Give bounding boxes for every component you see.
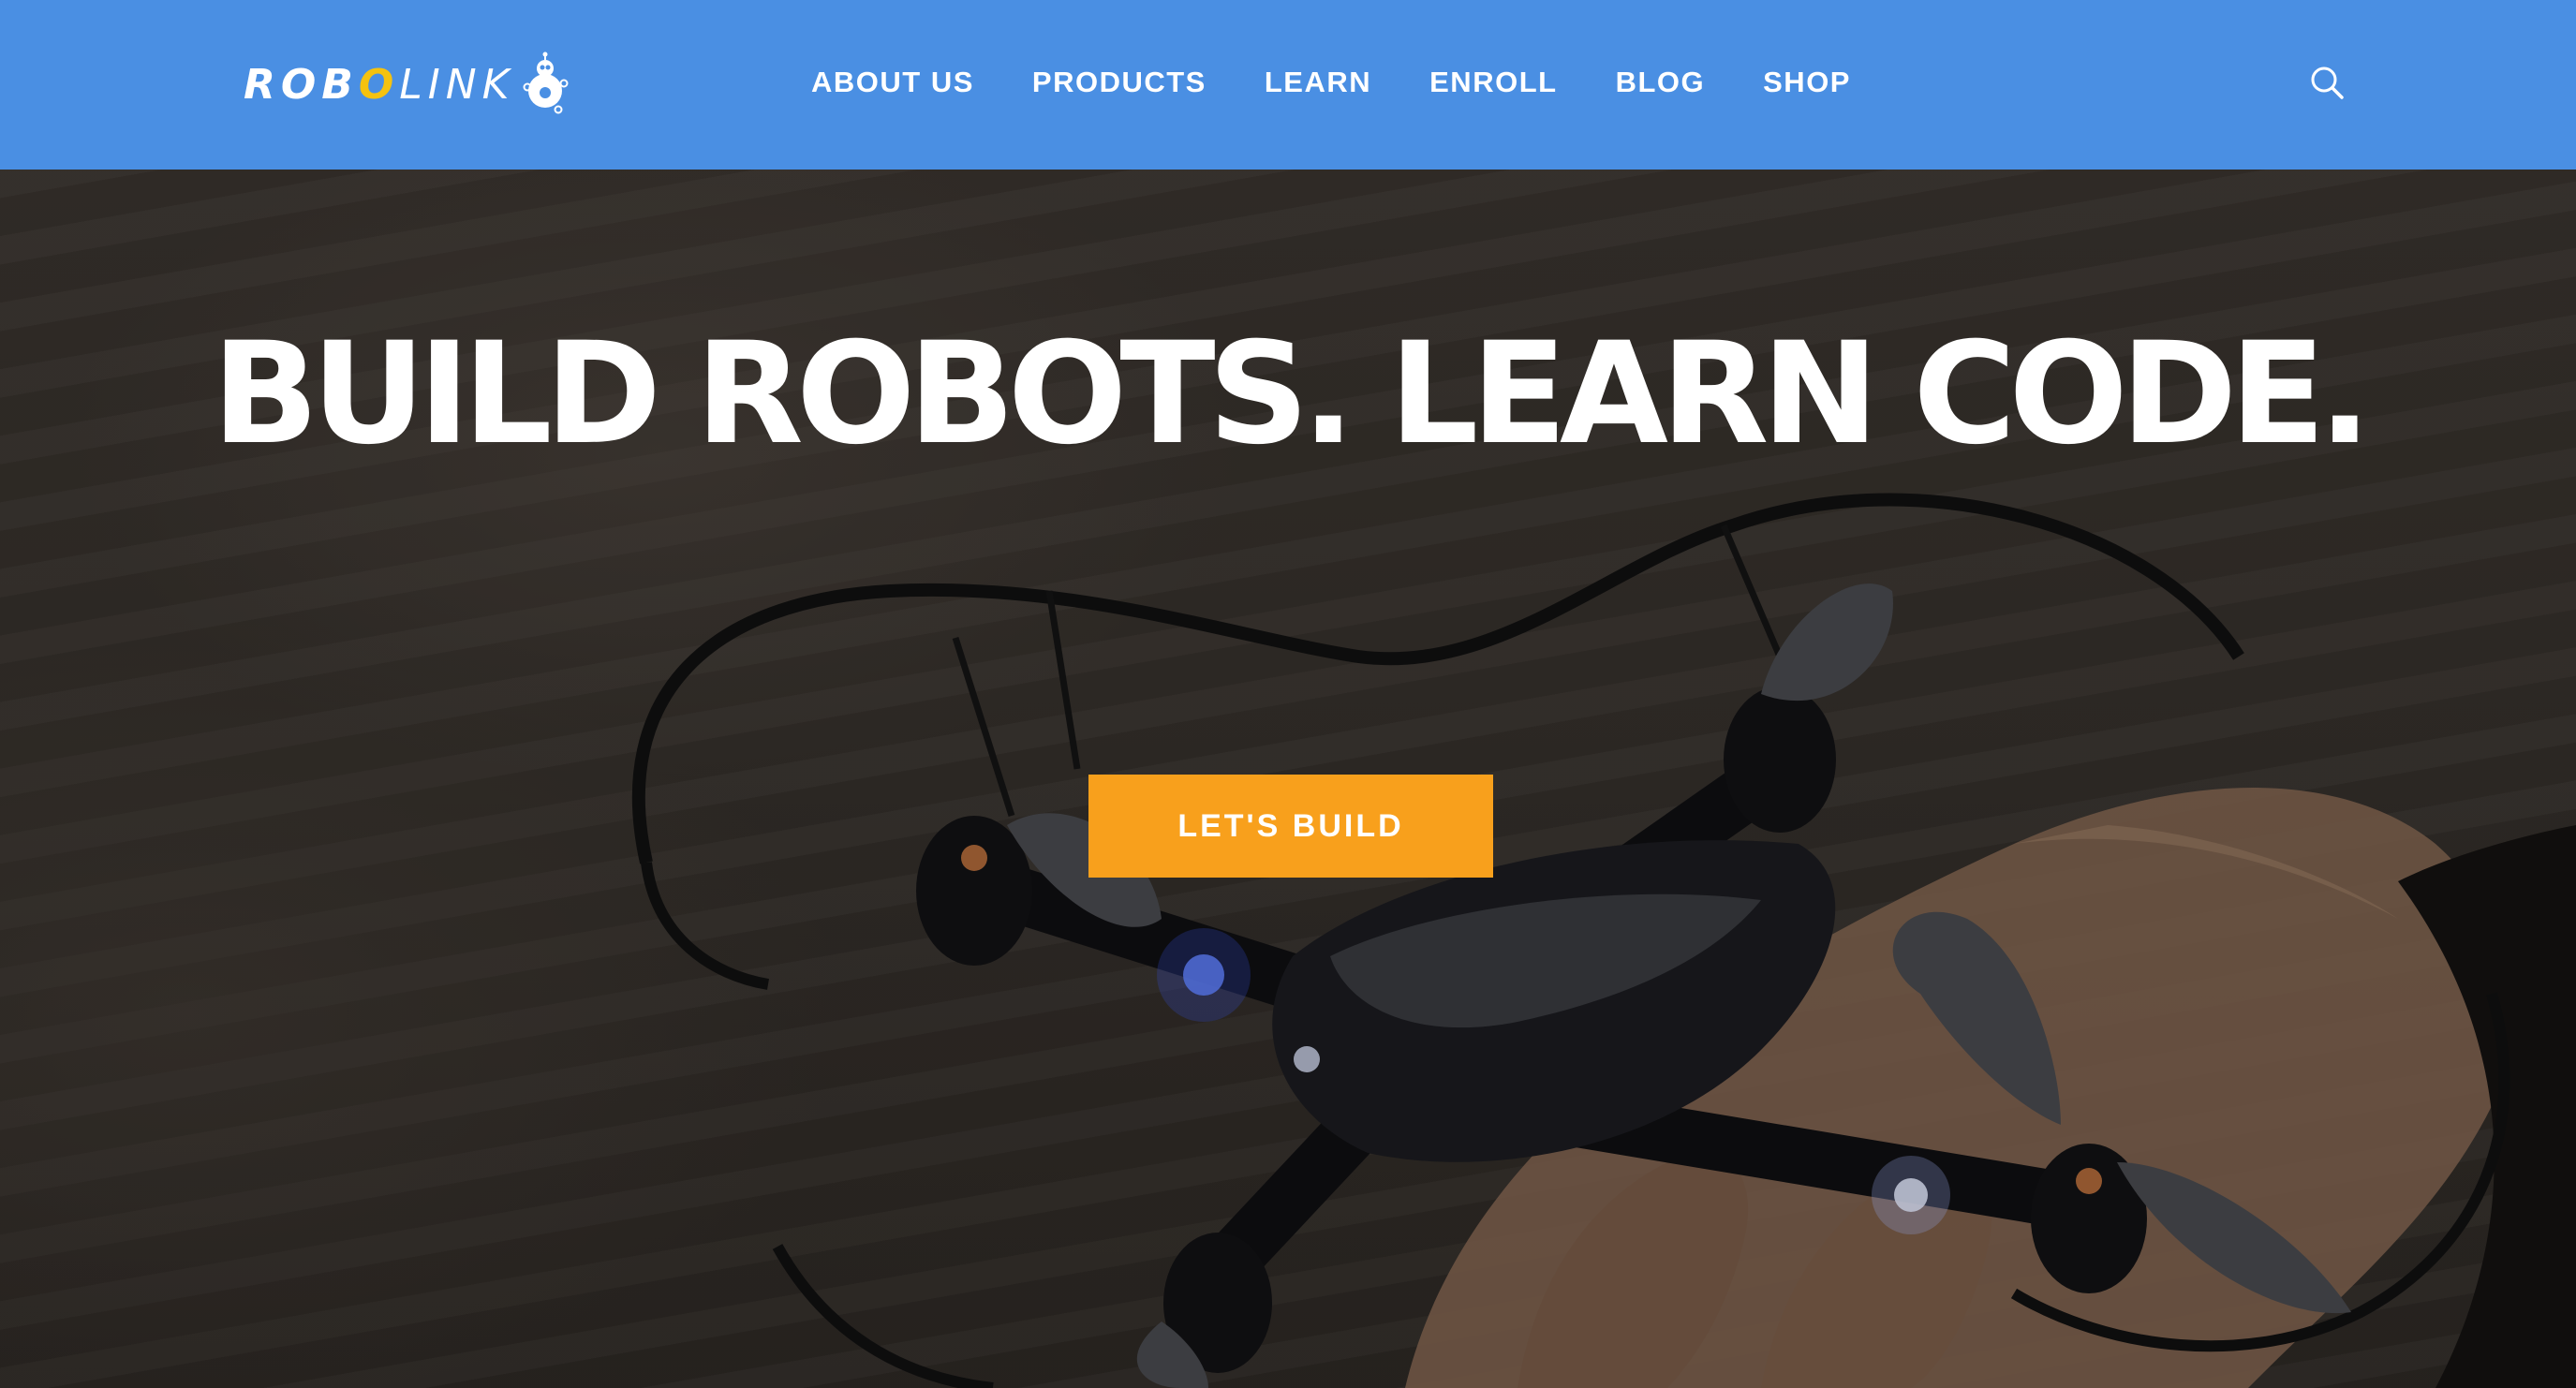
site-header: ROBOLINK ABOUT US PRODUCTS LEARN ENROLL … — [0, 0, 2576, 170]
logo-wordmark: ROBOLINK — [244, 60, 515, 109]
lets-build-button[interactable]: LET'S BUILD — [1088, 775, 1493, 878]
search-icon[interactable] — [2306, 62, 2349, 105]
main-nav: ABOUT US PRODUCTS LEARN ENROLL BLOG SHOP — [811, 54, 1851, 111]
robot-mascot-icon — [523, 52, 568, 114]
robolink-logo[interactable]: ROBOLINK — [244, 47, 570, 122]
nav-about-us[interactable]: ABOUT US — [811, 66, 974, 99]
nav-enroll[interactable]: ENROLL — [1429, 66, 1557, 99]
nav-blog[interactable]: BLOG — [1616, 66, 1706, 99]
nav-shop[interactable]: SHOP — [1763, 66, 1851, 99]
nav-learn[interactable]: LEARN — [1265, 66, 1371, 99]
nav-products[interactable]: PRODUCTS — [1032, 66, 1207, 99]
hero-headline: BUILD ROBOTS. LEARN CODE. — [212, 313, 2372, 476]
